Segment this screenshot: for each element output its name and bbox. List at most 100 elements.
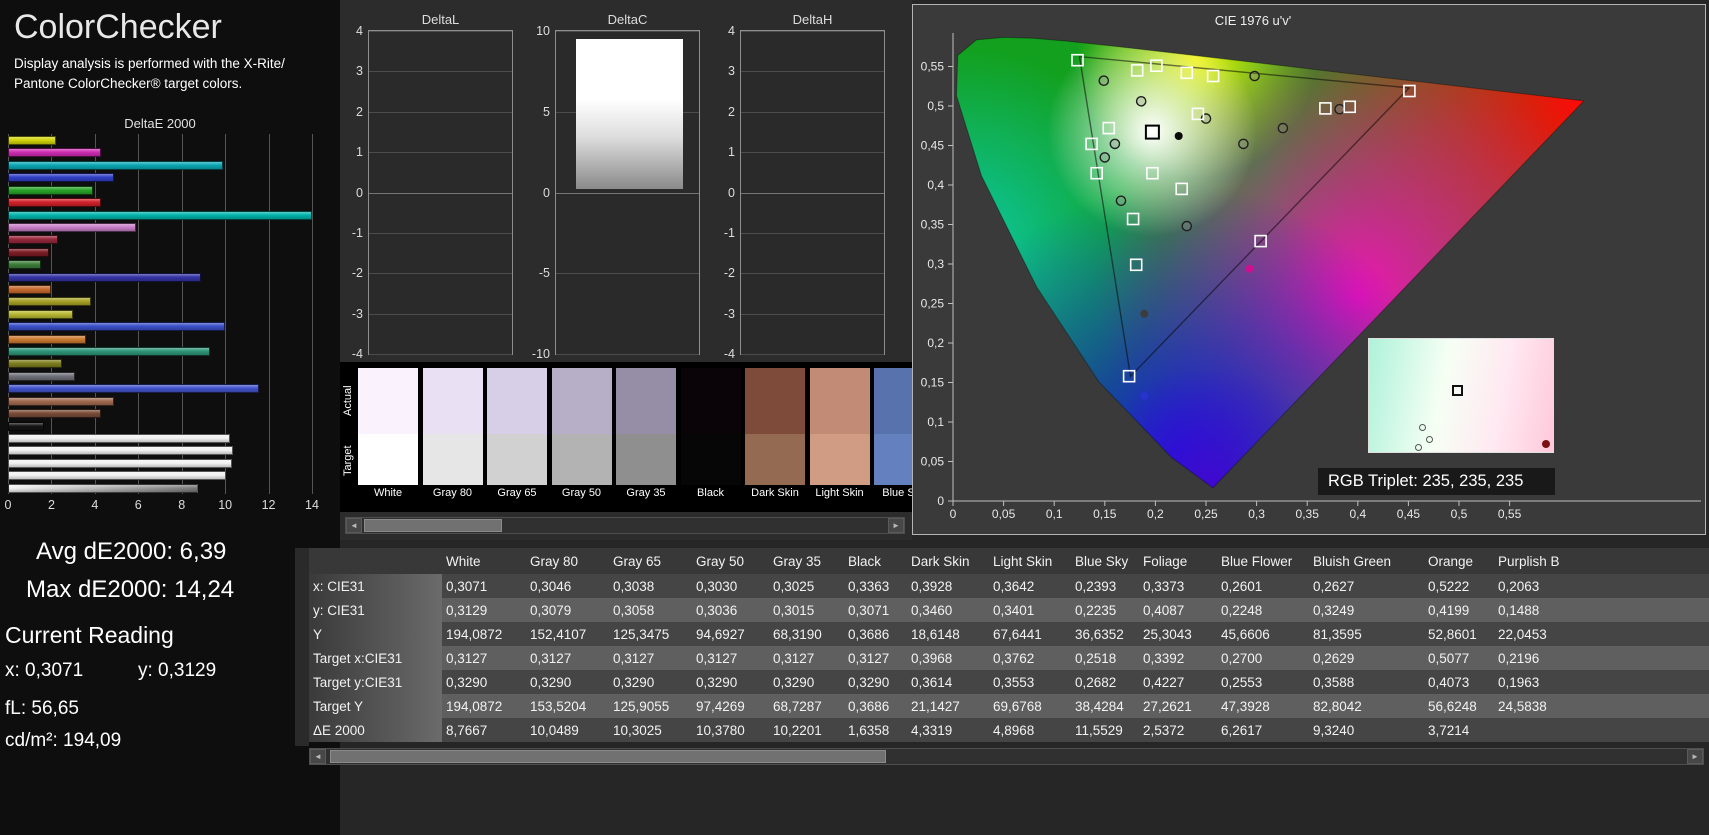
column-header: Blue Sky [1071,548,1139,574]
cie-x-tick-label: 0,35 [1296,507,1320,521]
deltaC-gridline [556,192,699,194]
table-cell: 0,2601 [1217,574,1309,598]
cie-target-square [1122,369,1136,383]
colorchecker-data-table: White Gray 80 Gray 65 Gray 50 Gray 35 Black Da… [309,548,1709,742]
table-cell: 0,1488 [1494,598,1709,622]
cie-measured-circle [1098,75,1110,86]
delta-charts-panel: DeltaL 4 3 2 1 0 -1 -2 -3 -4 DeltaC 10 5 0 -5 -10 De… [340,0,912,540]
table-cell: 194,0872 [442,694,526,718]
deltah-chart: DeltaH 4 3 2 1 0 -1 -2 -3 -4 [724,12,885,361]
table-cell: 0,3392 [1139,646,1217,670]
white-point-zoom-inset [1368,338,1554,453]
swatch-actual-color [551,368,612,434]
deltaL-y-tick-label: 2 [356,104,363,119]
deltaC-y-tick-label: 10 [536,24,550,38]
deltae-bar [8,235,58,245]
deltae-x-tick-label: 6 [134,498,142,512]
table-header-row: White Gray 80 Gray 65 Gray 50 Gray 35 Black Da… [309,548,1709,574]
table-scrollbar-thumb[interactable] [330,750,886,763]
table-cell: 0,2627 [1309,574,1424,598]
deltae-bar [8,471,227,481]
column-header: Blue Flower [1217,548,1309,574]
deltae-bar [8,285,52,294]
cie-measured-circle [1109,138,1121,150]
table-cell: 27,2621 [1139,694,1217,718]
cie-dot [1140,391,1149,400]
swatch-actual-color [809,368,870,434]
deltaL-y-tick-label: -1 [351,225,363,240]
deltaC-value-block [576,39,684,190]
swatch-target-color [809,434,870,485]
current-y-value: y: 0,3129 [138,660,217,681]
cie-target-square [1150,59,1163,73]
swatch-row-label-actual: Actual [342,385,354,417]
table-cell: 194,0872 [442,622,526,646]
row-label: y: CIE31 [309,598,442,622]
table-cell: 0,4199 [1424,598,1494,622]
table-cell: 0,3015 [769,598,844,622]
row-label: Target x:CIE31 [309,646,442,670]
deltaH-y-tick-label: -2 [723,266,735,281]
swatch-scrollbar-track[interactable] [362,518,888,533]
cie-x-tick-label: 0,4 [1349,507,1366,521]
table-scroll-left-button[interactable]: ◄ [310,749,326,764]
cie-y-tick-label: 0,1 [927,415,944,429]
swatch-label: Gray 65 [497,487,537,499]
deltae-gridline [312,134,313,494]
deltae-gridline [268,134,270,494]
swatch-target-color [874,434,912,485]
swatch-actual-color [616,368,676,434]
cie-y-tick-label: 0,55 [921,60,945,74]
cie-x-tick-label: 0 [950,507,957,521]
table-cell: 0,2196 [1494,646,1709,670]
swatch-actual-color [422,368,483,434]
subtitle-line-1: Display analysis is performed with the X… [14,56,285,71]
deltae-bar [8,458,232,468]
table-cell: 22,0453 [1494,622,1709,646]
measurement-table-panel: White Gray 80 Gray 65 Gray 50 Gray 35 Black Da… [295,548,1709,835]
swatch-actual-color [358,368,418,434]
table-scroll-right-button[interactable]: ► [1687,749,1703,764]
table-cell: 36,6352 [1071,622,1139,646]
deltaL-gridline [369,192,512,194]
column-header: Light Skin [989,548,1071,574]
table-cell: 0,3129 [442,598,526,622]
page-title: ColorChecker [14,8,222,46]
cie-target-square [1206,69,1220,83]
cie-x-tick-label: 0,15 [1093,507,1117,521]
table-cell: 82,8042 [1309,694,1424,718]
table-scrollbar[interactable]: ◄ ► [309,748,1704,765]
swatch-target-color [551,434,612,485]
table-cell: 97,4269 [692,694,769,718]
table-cell: 68,7287 [769,694,844,718]
scroll-right-button[interactable]: ► [888,518,904,533]
table-scrollbar-track[interactable] [326,749,1687,764]
scroll-left-button[interactable]: ◄ [346,518,362,533]
row-label: ΔE 2000 [309,718,442,742]
cie-target-square [1403,84,1416,98]
cie-target-square [1343,100,1357,114]
deltaH-gridline [741,152,884,154]
deltae-bar [8,421,44,431]
deltae-bar [8,173,115,183]
deltac-chart-title: DeltaC [607,12,648,27]
cie-target-square [1129,258,1143,272]
cie-y-tick-label: 0,2 [927,336,944,350]
cie-target-square [1180,66,1194,80]
column-header: Gray 80 [526,548,609,574]
cie-y-tick-label: 0,5 [927,99,944,113]
swatch-scrollbar-thumb[interactable] [364,519,502,532]
deltaC-y-tick-label: -10 [531,347,550,361]
deltae-bar [8,148,102,158]
table-cell: 0,5222 [1424,574,1494,598]
cie-measured-circle [1115,195,1127,207]
table-row: ΔE 2000 8,7667 10,0489 10,3025 10,3780 10,220… [309,718,1709,742]
swatch-scrollbar[interactable]: ◄ ► [345,517,905,534]
cie-x-tick-label: 0,5 [1451,507,1468,521]
table-row: Y 194,0872 152,4107 125,3475 94,6927 68,3190 0… [309,622,1709,646]
row-label: Target Y [309,694,442,718]
deltaH-gridline [741,273,884,275]
cie-y-tick-label: 0,4 [927,178,944,192]
table-cell: 0,3290 [609,670,692,694]
deltaL-y-tick-label: 0 [356,185,363,200]
